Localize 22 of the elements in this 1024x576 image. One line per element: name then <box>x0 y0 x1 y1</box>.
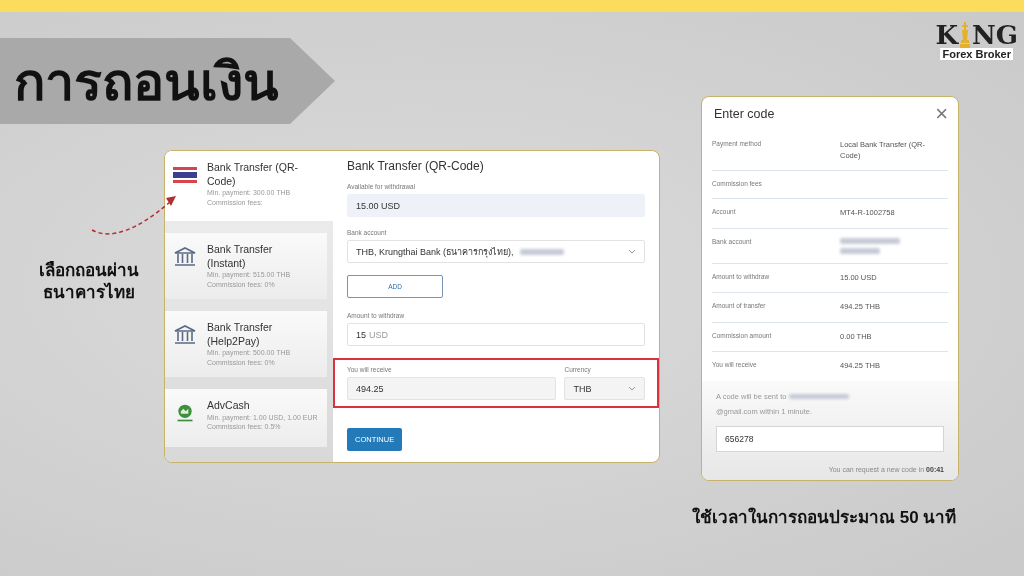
dialog-title: Enter code <box>714 107 775 121</box>
available-field: 15.00 USD <box>347 194 645 217</box>
code-field[interactable]: 656278 <box>716 425 944 452</box>
bank-icon <box>173 325 197 346</box>
side-note: เลือกถอนผ่าน ธนาคารไทย <box>38 260 140 305</box>
bank-account-select[interactable]: THB, Krungthai Bank (ธนาคารกรุงไทย), <box>347 240 645 263</box>
chevron-down-icon <box>628 249 636 254</box>
flag-icon <box>173 165 197 185</box>
blurred-email <box>789 394 850 399</box>
chess-king-icon <box>959 22 971 48</box>
caption: ใช้เวลาในการถอนประมาณ 50 นาที <box>692 506 957 529</box>
slide-title: การถอนเงิน <box>14 51 279 113</box>
logo-text: NG <box>972 22 1018 48</box>
close-button[interactable]: × <box>935 103 948 125</box>
form-title: Bank Transfer (QR-Code) <box>347 159 485 173</box>
amount-field[interactable]: 15 USD <box>347 323 645 346</box>
logo-text: K <box>935 22 958 48</box>
logo-tagline: Forex Broker <box>940 48 1013 60</box>
chevron-down-icon <box>628 386 636 391</box>
receive-field[interactable]: 494.25 <box>347 377 557 400</box>
bank-icon <box>173 247 197 267</box>
currency-select[interactable]: THB <box>564 377 645 400</box>
